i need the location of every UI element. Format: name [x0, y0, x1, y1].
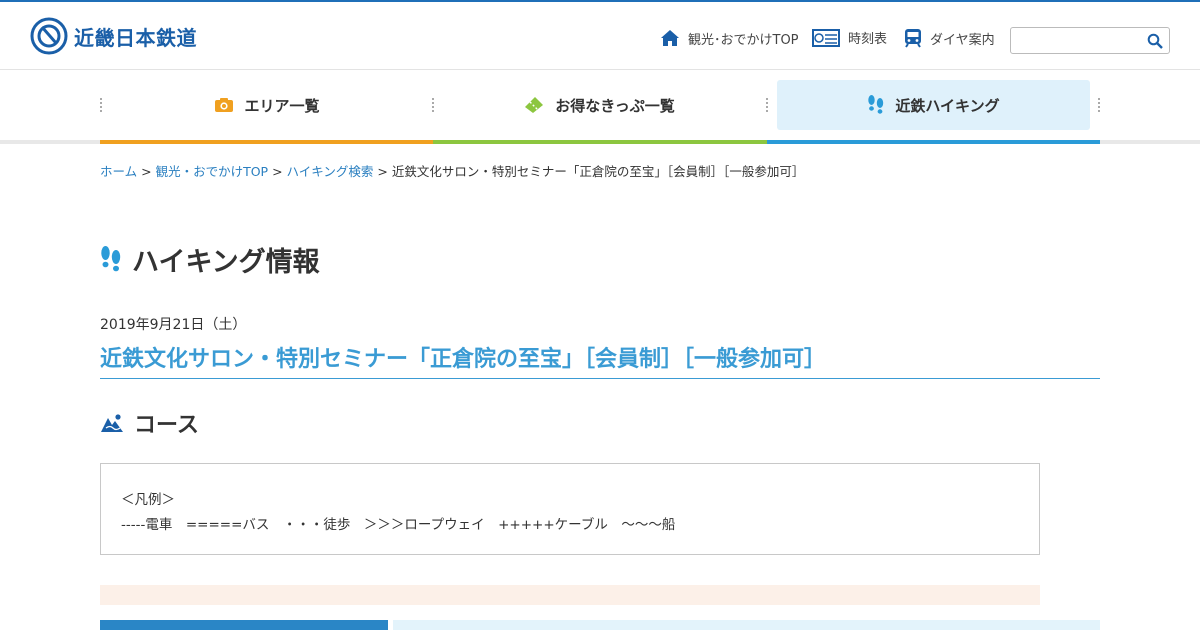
- header-link-sightseeing-top[interactable]: 観光･おでかけTOP: [660, 28, 799, 48]
- header-link-timetable-guide[interactable]: ダイヤ案内: [904, 28, 995, 48]
- nav-item-kintetsu-hiking[interactable]: 近鉄ハイキング: [777, 80, 1090, 130]
- search-icon: [1147, 33, 1163, 49]
- nav-item-label: エリア一覧: [244, 96, 320, 115]
- footprints-icon: [101, 245, 121, 271]
- site-search: [1010, 27, 1170, 54]
- header-link-timetable[interactable]: 時刻表: [812, 28, 887, 47]
- event-title: 近鉄文化サロン・特別セミナー「正倉院の至宝」［会員制］［一般参加可］: [100, 341, 1100, 379]
- nav-item-label: 近鉄ハイキング: [895, 96, 1000, 115]
- course-legend: ＜凡例＞ -----電車 =====バス ・・・徒歩 ＞＞＞ロープウェイ +++…: [100, 463, 1040, 555]
- breadcrumb-current: 近鉄文化サロン・特別セミナー「正倉院の至宝」［会員制］［一般参加可］: [391, 164, 805, 179]
- content-tab-active[interactable]: [100, 620, 388, 630]
- nav-separator: [432, 98, 434, 112]
- breadcrumb-hiking-search[interactable]: ハイキング検索: [287, 164, 374, 179]
- main-navigation: エリア一覧 お得なきっぷ一覧 近鉄ハイキング: [0, 70, 1200, 144]
- nav-color-bar-area: [100, 140, 433, 144]
- page-heading: ハイキング情報: [100, 240, 320, 279]
- breadcrumb-home[interactable]: ホーム: [100, 164, 137, 179]
- breadcrumb-sightseeing-top[interactable]: 観光・おでかけTOP: [156, 164, 269, 179]
- nav-color-bar-hiking: [767, 140, 1100, 144]
- header-link-label: ダイヤ案内: [930, 32, 995, 48]
- content-tab-inactive[interactable]: [393, 620, 1100, 630]
- footprints-icon: [868, 95, 884, 114]
- course-map-area: [100, 585, 1040, 605]
- search-input[interactable]: [1011, 28, 1141, 53]
- nav-item-label: お得なきっぷ一覧: [555, 96, 675, 115]
- home-icon: [661, 30, 679, 46]
- kintetsu-logo-icon: [30, 17, 68, 55]
- header-link-label: 時刻表: [848, 32, 888, 47]
- legend-title: ＜凡例＞: [121, 492, 175, 508]
- nav-separator: [1098, 98, 1100, 112]
- logo-text: 近畿日本鉄道: [74, 25, 197, 50]
- breadcrumb-separator: >: [377, 164, 392, 179]
- nav-separator: [100, 98, 102, 112]
- event-date: 2019年9月21日（土）: [100, 317, 247, 333]
- breadcrumb: ホーム > 観光・おでかけTOP > ハイキング検索 > 近鉄文化サロン・特別セ…: [100, 161, 804, 180]
- course-title: コース: [134, 413, 199, 438]
- search-button[interactable]: [1147, 33, 1163, 53]
- header-link-label: 観光･おでかけTOP: [688, 32, 799, 48]
- nav-item-discount-tickets[interactable]: お得なきっぷ一覧: [442, 80, 756, 130]
- nav-item-area-list[interactable]: エリア一覧: [110, 80, 424, 130]
- course-heading: コース: [100, 407, 199, 439]
- nav-separator: [766, 98, 768, 112]
- legend-body: -----電車 =====バス ・・・徒歩 ＞＞＞ロープウェイ +++++ケーブ…: [121, 517, 676, 533]
- timetable-icon: [812, 28, 840, 47]
- ticket-icon: [525, 97, 544, 113]
- site-header: 近畿日本鉄道 観光･おでかけTOP 時刻表 ダイヤ案内: [0, 2, 1200, 70]
- camera-icon: [215, 98, 234, 112]
- site-logo[interactable]: 近畿日本鉄道: [30, 17, 197, 55]
- nav-color-bar-tickets: [433, 140, 767, 144]
- train-icon: [905, 29, 921, 48]
- page-title: ハイキング情報: [132, 247, 320, 278]
- mountain-icon: [101, 414, 123, 432]
- breadcrumb-separator: >: [272, 164, 287, 179]
- breadcrumb-separator: >: [141, 164, 156, 179]
